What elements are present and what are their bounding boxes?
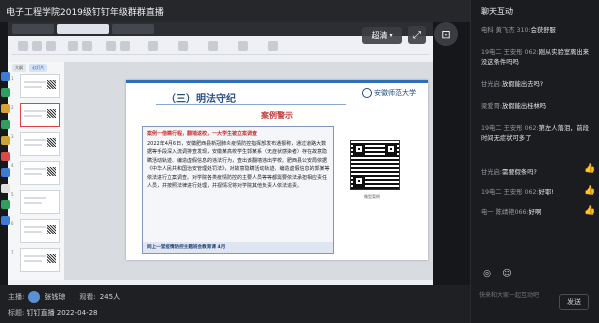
thumb-number: 6	[11, 221, 14, 226]
case-box: 案例一借瞒行程，翻墙返校，一大学生被立案调查 2022年4月6日，安徽肥西县新冠…	[142, 126, 334, 254]
university-logo: 安徽师范大学	[362, 85, 422, 101]
fullscreen-button[interactable]: ⤢	[408, 26, 426, 44]
slide-thumbnail	[20, 161, 60, 185]
thumb-number: 2	[11, 105, 14, 110]
live-info-bar: 主播: 张钱琼 观看: 245人 标题: 钉钉直播 2022-04-28	[0, 285, 470, 323]
float-window-button[interactable]: ⊡	[434, 22, 458, 46]
slide-thumbnail	[20, 219, 60, 243]
thumbs-up-icon: 👍	[584, 164, 596, 174]
desktop-app-icon	[1, 216, 10, 225]
host-label: 主播:	[8, 293, 25, 301]
thumbnail-tabs: 大纲 幻灯片	[12, 64, 49, 72]
topic-value: 钉钉直播 2022-04-28	[26, 309, 98, 317]
thumb-number: 7	[11, 250, 14, 255]
viewers-count: 245人	[99, 293, 121, 301]
slide-thumbnail	[20, 248, 60, 272]
chat-message: 19电二 王安彤 062:第左人落泪，前段时间无症状可多了	[481, 125, 590, 142]
quality-selector[interactable]: 超清 ▾	[362, 27, 402, 44]
host-avatar[interactable]	[28, 291, 41, 303]
window-title: 电子工程学院2019级钉钉年级群群直播	[6, 7, 164, 18]
qr-code-image	[350, 140, 400, 190]
seal-icon	[362, 88, 372, 98]
case-body: 2022年4月6日，安徽肥西县新冠肺炎疫情防控指挥部发布通报称，通过道路大数据等…	[147, 141, 330, 190]
send-button[interactable]: 发送	[559, 294, 589, 310]
slide-thumbnail-pane: 大纲 幻灯片 1 2 3 4 5 6 7	[8, 62, 64, 282]
emoji-icon[interactable]: ☺	[501, 268, 513, 280]
slide-heading: （三）明法守纪	[166, 94, 236, 105]
slide-subheading: 案例警示	[261, 111, 293, 120]
live-video-area[interactable]: 大纲 幻灯片 1 2 3 4 5 6 7 安徽师范大学 （三）明法守纪 案例警示…	[0, 22, 470, 285]
chat-input[interactable]: 快来和大家一起互动吧	[475, 288, 553, 304]
viewers-label: 观看:	[79, 293, 96, 301]
outline-tab: 大纲	[12, 64, 26, 72]
thumb-number: 5	[11, 192, 14, 197]
qr-caption: 微型案例	[364, 194, 380, 199]
desktop-app-icon	[1, 104, 10, 113]
host-row: 主播: 张钱琼 观看: 245人	[8, 291, 120, 303]
dingtalk-live-window: 电子工程学院2019级钉钉年级群群直播 — □ ✕	[0, 0, 599, 323]
desktop-app-icon	[1, 152, 10, 161]
desktop-app-icon	[1, 200, 10, 209]
chat-message: 电科 黄飞杰 310:会获舒服	[481, 27, 556, 34]
thumb-number: 3	[11, 134, 14, 139]
at-mention-icon[interactable]: ◎	[481, 268, 493, 280]
desktop-app-icon	[1, 136, 10, 145]
chevron-down-icon: ▾	[389, 32, 393, 39]
case-title: 案例一借瞒行程，翻墙返校，一大学生被立案调查	[147, 131, 258, 137]
quality-label: 超清	[371, 31, 388, 40]
picture-in-picture-icon: ⊡	[441, 27, 451, 41]
chat-panel: 聊天互动 电科 黄飞杰 310:会获舒服 19电二 王安彤 062:刚从实验室离…	[470, 0, 599, 323]
chat-message: 甘光启:需要假条吗?	[481, 169, 537, 176]
thumbs-up-icon: 👍	[584, 206, 596, 216]
desktop-app-icon	[1, 88, 10, 97]
chat-message: 19电二 王安彤 062:刚从实验室离出来没这条件吗吗	[481, 49, 590, 66]
case-footer: 同上一堂疫情防控主题班会教育课 4月	[143, 242, 333, 253]
slide-thumbnail-selected	[20, 103, 60, 127]
heading-divider	[156, 104, 346, 105]
chat-tools: ◎ ☺	[481, 268, 513, 280]
thumbs-up-icon: 👍	[584, 186, 596, 196]
chat-message: 甘光启:放假能出去吗?	[481, 81, 544, 88]
topic-row: 标题: 钉钉直播 2022-04-28	[8, 308, 98, 318]
presenter-tab-active	[57, 24, 109, 34]
desktop-app-icon	[1, 168, 10, 177]
desktop-app-icon	[1, 184, 10, 193]
presenter-tab	[112, 24, 154, 34]
slides-tab: 幻灯片	[29, 64, 48, 72]
chat-title: 聊天互动	[481, 7, 513, 16]
slide-thumbnail	[20, 132, 60, 156]
video-letterbox	[433, 22, 470, 285]
slide-thumbnail	[20, 190, 60, 214]
slide-top-band	[126, 80, 428, 83]
thumb-number: 4	[11, 163, 14, 168]
presenter-tab	[12, 24, 54, 34]
chat-message: 电一 陈靖艳066:好啊	[481, 209, 542, 216]
slide-thumbnail	[20, 74, 60, 98]
topic-label: 标题:	[8, 309, 25, 317]
slide-canvas: 安徽师范大学 （三）明法守纪 案例警示 案例一借瞒行程，翻墙返校，一大学生被立案…	[64, 62, 433, 282]
current-slide: 安徽师范大学 （三）明法守纪 案例警示 案例一借瞒行程，翻墙返校，一大学生被立案…	[126, 80, 428, 260]
thumb-number: 1	[11, 76, 14, 81]
desktop-app-icon	[1, 120, 10, 129]
chat-message: 梁爱哥:放假能出桂林吗	[481, 103, 547, 110]
desktop-app-icon	[1, 72, 10, 81]
host-name[interactable]: 张钱琼	[44, 292, 65, 302]
fullscreen-icon: ⤢	[413, 29, 421, 41]
chat-message: 19电二 王安彤 062:好耶!	[481, 189, 554, 196]
